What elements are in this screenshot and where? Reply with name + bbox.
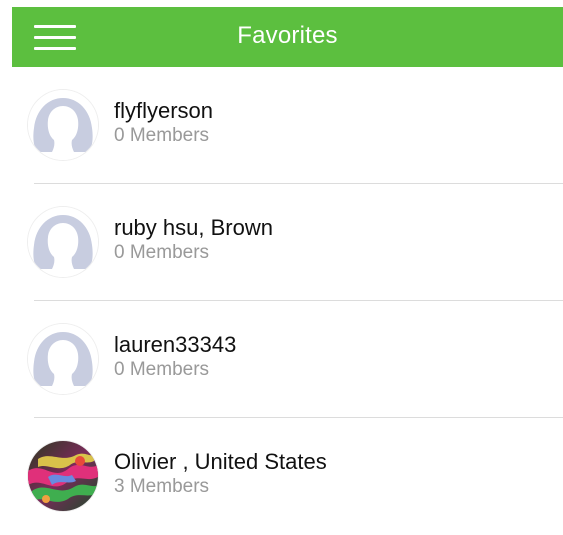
default-avatar-icon <box>28 207 98 277</box>
member-count: 3 Members <box>114 476 210 497</box>
top-app-bar: Favorites <box>12 7 563 67</box>
favorite-name: Olivier , United States <box>114 449 327 474</box>
default-avatar-icon <box>28 90 98 160</box>
favorite-name: ruby hsu, Brown <box>114 215 273 240</box>
member-count: 0 Members <box>114 242 210 263</box>
member-count: 0 Members <box>114 125 210 146</box>
photo-avatar <box>28 441 98 511</box>
page-title: Favorites <box>237 22 338 49</box>
favorite-row[interactable]: lauren33343 0 Members <box>0 301 563 418</box>
favorite-row[interactable]: Olivier , United States 3 Members <box>0 418 563 535</box>
favorite-row[interactable]: flyflyerson 0 Members <box>0 67 563 184</box>
favorite-row[interactable]: ruby hsu, Brown 0 Members <box>0 184 563 301</box>
member-count: 0 Members <box>114 359 210 380</box>
favorites-list: flyflyerson 0 Members ruby hsu, Brown 0 … <box>0 67 563 535</box>
favorite-name: lauren33343 <box>114 332 237 357</box>
favorite-name: flyflyerson <box>114 98 214 123</box>
default-avatar-icon <box>28 324 98 394</box>
